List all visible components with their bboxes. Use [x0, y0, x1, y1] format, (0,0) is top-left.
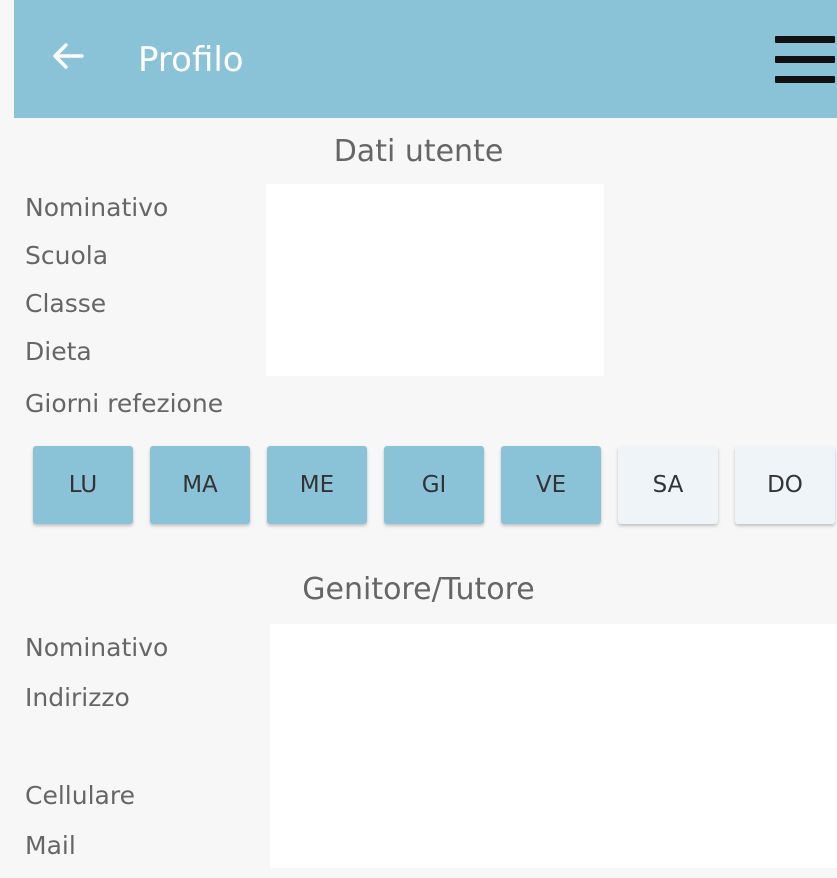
user-data-section-title: Dati utente [333, 134, 504, 169]
label-mail: Mail [25, 831, 76, 860]
user-data-values-box [266, 184, 604, 376]
guardian-section-title: Genitore/Tutore [302, 572, 535, 607]
day-toggle-do[interactable]: DO [735, 446, 835, 524]
page-title: Profilo [138, 40, 244, 80]
label-guardian-nominativo: Nominativo [25, 633, 169, 662]
hamburger-menu-icon[interactable] [775, 36, 835, 88]
day-toggle-me[interactable]: ME [267, 446, 367, 524]
day-toggle-ve[interactable]: VE [501, 446, 601, 524]
app-bar: Profilo [14, 0, 837, 118]
day-toggle-sa[interactable]: SA [618, 446, 718, 524]
day-toggle-gi[interactable]: GI [384, 446, 484, 524]
label-scuola: Scuola [25, 241, 109, 270]
guardian-values-box [270, 624, 837, 868]
arrow-left-icon[interactable] [48, 36, 88, 76]
label-nominativo: Nominativo [25, 193, 169, 222]
label-giorni-refezione: Giorni refezione [25, 389, 224, 418]
day-toggle-ma[interactable]: MA [150, 446, 250, 524]
label-classe: Classe [25, 289, 107, 318]
label-indirizzo: Indirizzo [25, 683, 130, 712]
label-cellulare: Cellulare [25, 781, 135, 810]
day-toggle-lu[interactable]: LU [33, 446, 133, 524]
label-dieta: Dieta [25, 337, 92, 366]
